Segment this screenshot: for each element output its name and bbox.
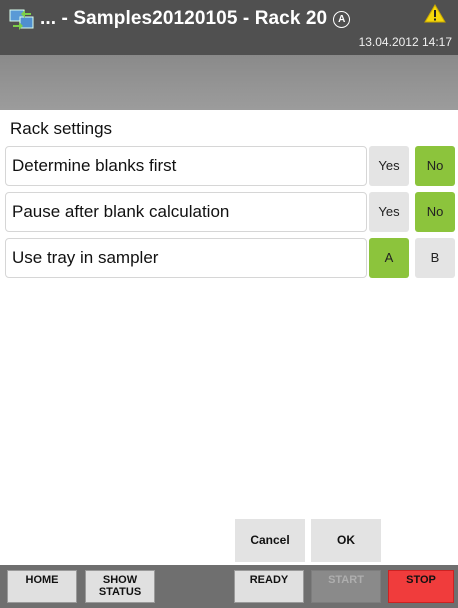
setting-label: Determine blanks first: [5, 146, 367, 186]
toolbar-band: [0, 55, 458, 110]
bottom-navigation-bar: HOME SHOW STATUS READY START STOP: [0, 565, 458, 608]
window-title: ... - Samples20120105 - Rack 20 A: [40, 8, 351, 30]
show-status-button[interactable]: SHOW STATUS: [85, 570, 155, 603]
auto-mode-icon: A: [333, 11, 351, 28]
ready-button[interactable]: READY: [234, 570, 304, 603]
option-a-button[interactable]: A: [369, 238, 409, 278]
option-yes-button[interactable]: Yes: [369, 146, 409, 186]
rack-settings-panel: Rack settings Determine blanks first Yes…: [0, 110, 458, 565]
warning-icon[interactable]: [424, 4, 446, 23]
option-no-button[interactable]: No: [415, 192, 455, 232]
section-title: Rack settings: [10, 119, 113, 138]
title-text: ... - Samples20120105 - Rack 20: [40, 8, 328, 29]
show-status-label-line2: STATUS: [98, 586, 142, 598]
start-button: START: [311, 570, 381, 603]
cancel-button[interactable]: Cancel: [235, 519, 305, 562]
home-button[interactable]: HOME: [7, 570, 77, 603]
show-status-label-line1: SHOW: [102, 574, 138, 586]
option-yes-button[interactable]: Yes: [369, 192, 409, 232]
option-no-button[interactable]: No: [415, 146, 455, 186]
setting-row-pause-after-blank: Pause after blank calculation Yes No: [5, 192, 455, 232]
network-sync-icon: [9, 9, 34, 30]
setting-label: Pause after blank calculation: [5, 192, 367, 232]
datetime: 13.04.2012 14:17: [358, 35, 452, 49]
setting-row-use-tray: Use tray in sampler A B: [5, 238, 455, 278]
setting-label: Use tray in sampler: [5, 238, 367, 278]
ok-button[interactable]: OK: [311, 519, 381, 562]
title-bar: ... - Samples20120105 - Rack 20 A 13.04.2…: [0, 0, 458, 55]
setting-row-determine-blanks: Determine blanks first Yes No: [5, 146, 455, 186]
option-b-button[interactable]: B: [415, 238, 455, 278]
stop-button[interactable]: STOP: [388, 570, 454, 603]
